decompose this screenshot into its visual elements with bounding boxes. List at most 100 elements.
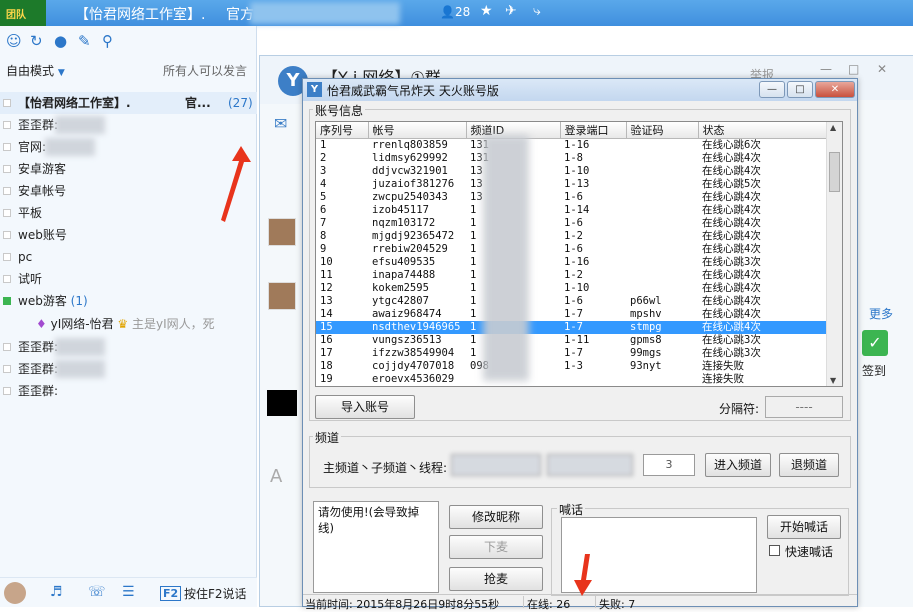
table-cell: 在线心跳3次 (702, 256, 761, 268)
push-to-talk-label[interactable]: 按住F2说话 (184, 585, 247, 602)
scroll-thumb[interactable] (829, 152, 840, 192)
table-cell (626, 139, 698, 153)
table-row[interactable]: 19 eroevx4536029 连接失败 (316, 373, 828, 386)
exit-channel-button[interactable]: 退频道 (779, 453, 839, 477)
speaker-icon[interactable]: ♬ (50, 584, 63, 600)
column-header[interactable]: 登录端口 (560, 122, 627, 139)
table-row[interactable]: 18 cojjdy4707018 098 1-3 93nyt 连接失败 (316, 360, 828, 373)
fast-shout-checkbox[interactable] (769, 545, 780, 556)
start-shout-button[interactable]: 开始喊话 (767, 515, 841, 539)
column-header[interactable]: 状态 (698, 122, 829, 139)
microphone-icon[interactable]: ☏ (88, 584, 106, 600)
subchannel-item[interactable]: web账号 (0, 224, 257, 246)
import-accounts-button[interactable]: 导入账号 (315, 395, 415, 419)
expand-icon (3, 387, 11, 395)
plane-icon[interactable]: ✈ (505, 3, 517, 19)
table-cell (626, 269, 698, 282)
minimize-icon[interactable]: — (820, 62, 832, 76)
avatar[interactable] (267, 390, 297, 416)
sub-channel-input[interactable] (547, 454, 633, 476)
table-row[interactable]: 14 awaiz968474 1 1-7 mpshv 在线心跳4次 (316, 308, 828, 321)
table-row[interactable]: 16 vungsz36513 1 1-11 gpms8 在线心跳3次 (316, 334, 828, 347)
column-header[interactable]: 序列号 (316, 122, 369, 139)
table-scrollbar[interactable]: ▲ ▼ (826, 122, 842, 386)
search-icon[interactable]: ⚲ (102, 32, 113, 50)
separator-input[interactable]: ---- (765, 396, 843, 418)
subchannel-item[interactable]: 歪歪群: (0, 380, 257, 402)
subchannel-count: (1) (70, 294, 88, 308)
table-row[interactable]: 3 ddjvcw321901 13 1-10 在线心跳4次 (316, 165, 828, 178)
table-row[interactable]: 10 efsu409535 1 1-16 在线心跳3次 (316, 256, 828, 269)
channel-input-label: 主频道丶子频道丶线程: (323, 461, 448, 475)
minimize-button[interactable]: — (759, 81, 785, 98)
expand-icon (3, 253, 11, 261)
table-row[interactable]: 15 nsdthev1946965 1 1-7 stmpg 在线心跳4次 (316, 321, 828, 334)
subchannel-item-web-guest[interactable]: web游客 (1) (0, 290, 257, 312)
table-cell: 1-14 (564, 204, 590, 216)
expand-icon (3, 231, 11, 239)
table-row[interactable]: 12 kokem2595 1 1-10 在线心跳4次 (316, 282, 828, 295)
main-channel-input[interactable] (451, 454, 541, 476)
table-cell: 17 (320, 347, 333, 359)
table-row[interactable]: 2 lidmsy629992 131 1-8 在线心跳4次 (316, 152, 828, 165)
close-icon[interactable]: ✕ (877, 62, 887, 76)
table-cell: 3 (320, 165, 327, 177)
chat-bubble-icon[interactable]: ✉ (274, 114, 287, 133)
subchannel-item[interactable]: 试听 (0, 268, 257, 290)
table-row[interactable]: 1 rrenlq803859 131 1-16 在线心跳6次 (316, 139, 828, 153)
table-cell: 5 (320, 191, 327, 203)
table-cell: 在线心跳4次 (702, 165, 761, 177)
table-row[interactable]: 9 rrebiw204529 1 1-6 在线心跳4次 (316, 243, 828, 256)
table-row[interactable]: 4 juzaiof381276 13 1-13 在线心跳5次 (316, 178, 828, 191)
grab-mic-button[interactable]: 抢麦 (449, 567, 543, 591)
maximize-icon[interactable]: □ (848, 62, 859, 76)
status-online: 在线: 26 (527, 598, 571, 611)
account-table: 序列号 帐号 频道ID 登录端口 验证码 状态 1 rrenlq803859 131… (315, 121, 843, 387)
close-button[interactable]: ✕ (815, 81, 855, 98)
avatar[interactable] (268, 282, 296, 310)
table-cell: 在线心跳5次 (702, 178, 761, 190)
table-row[interactable]: 5 zwcpu2540343 13 1-6 在线心跳4次 (316, 191, 828, 204)
location-icon[interactable]: ● (54, 32, 67, 50)
share-icon[interactable]: ⤷ (533, 3, 541, 19)
more-link[interactable]: 更多 (869, 305, 893, 322)
table-row[interactable]: 6 izob45117 1 1-14 在线心跳4次 (316, 204, 828, 217)
font-icon[interactable]: A (270, 466, 282, 487)
user-icon[interactable]: ☺ (6, 32, 22, 50)
checkin-icon[interactable]: ✓ (862, 330, 888, 356)
equalizer-icon[interactable]: ☰ (122, 584, 135, 600)
subchannel-item[interactable]: pc (0, 246, 257, 268)
thread-count-input[interactable]: 3 (643, 454, 695, 476)
channel-user-row[interactable]: ♦ yI网络-怡君 ♛ 主是yI网人，死 (0, 312, 257, 336)
restore-button[interactable]: □ (787, 81, 813, 98)
checkin-label[interactable]: 签到 (862, 362, 886, 379)
scroll-up-icon[interactable]: ▲ (830, 123, 836, 132)
table-row[interactable]: 7 nqzm103172 1 1-6 在线心跳4次 (316, 217, 828, 230)
table-cell (626, 243, 698, 256)
edit-icon[interactable]: ✎ (78, 32, 91, 50)
table-cell: 在线心跳4次 (702, 295, 761, 307)
column-header[interactable]: 验证码 (626, 122, 699, 139)
leave-mic-button[interactable]: 下麦 (449, 535, 543, 559)
table-cell: 4 (320, 178, 327, 190)
rename-button[interactable]: 修改昵称 (449, 505, 543, 529)
column-header[interactable]: 帐号 (368, 122, 467, 139)
refresh-icon[interactable]: ↻ (30, 32, 43, 50)
enter-channel-button[interactable]: 进入频道 (705, 453, 771, 477)
subchannel-item[interactable]: 歪歪群: (0, 336, 257, 358)
table-row[interactable]: 11 inapa74488 1 1-2 在线心跳4次 (316, 269, 828, 282)
avatar[interactable] (4, 582, 26, 604)
subchannel-item[interactable]: 歪歪群: (0, 114, 257, 136)
table-row[interactable]: 13 ytgc42807 1 1-6 p66wl 在线心跳4次 (316, 295, 828, 308)
table-row[interactable]: 8 mjgdj92365472 1 1-2 在线心跳4次 (316, 230, 828, 243)
scroll-down-icon[interactable]: ▼ (830, 376, 836, 385)
avatar[interactable] (268, 218, 296, 246)
red-arrow-annotation (221, 146, 251, 222)
top-bar: 团队 【怡君网络工作室】. 官方 👤28 ★ ✈ ⤷ (0, 0, 913, 26)
subchannel-item[interactable]: 歪歪群: (0, 358, 257, 380)
channel-root[interactable]: 【怡君网络工作室】. 官... (27) (0, 92, 257, 114)
mode-dropdown[interactable]: 自由模式 ▼ (6, 62, 65, 79)
star-icon[interactable]: ★ (480, 3, 493, 19)
left-toolbar: ☺ ↻ ● ✎ ⚲ (0, 26, 257, 56)
table-row[interactable]: 17 ifzzw38549904 1 1-7 99mgs 在线心跳3次 (316, 347, 828, 360)
